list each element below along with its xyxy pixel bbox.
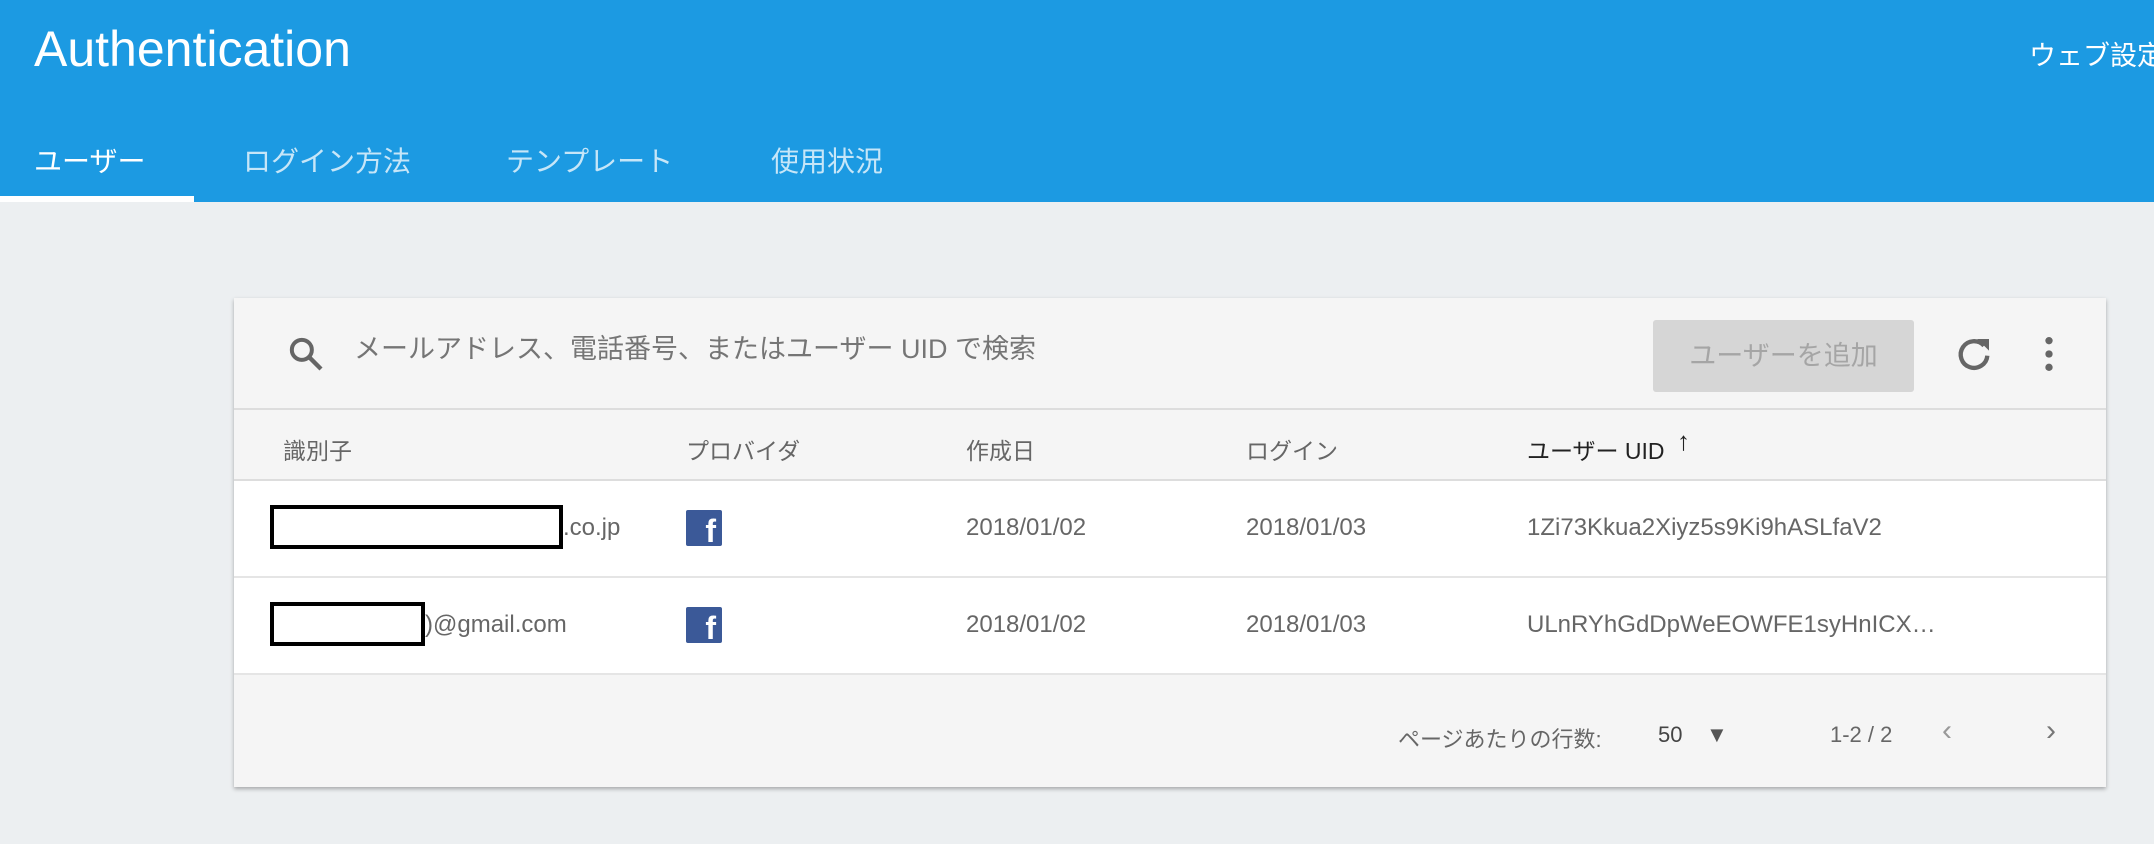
rows-per-page-select[interactable]: 50 (1658, 722, 1682, 748)
facebook-icon: f (686, 510, 722, 546)
page-title: Authentication (34, 21, 351, 77)
created-date: 2018/01/02 (966, 514, 1087, 541)
login-date: 2018/01/03 (1246, 514, 1367, 541)
col-provider[interactable]: プロバイダ (686, 432, 800, 466)
facebook-icon: f (686, 607, 722, 643)
refresh-icon[interactable] (1954, 334, 1994, 374)
web-setup-link[interactable]: ウェブ設定 (2029, 34, 2154, 73)
login-date: 2018/01/03 (1246, 611, 1367, 638)
search-input[interactable] (354, 334, 1354, 365)
redaction-box (270, 505, 563, 549)
tab-sign-in-method[interactable]: ログイン方法 (243, 140, 411, 180)
dropdown-arrow-icon[interactable]: ▼ (1706, 722, 1728, 748)
active-tab-indicator (0, 196, 194, 202)
user-uid: 1Zi73Kkua2Xiyz5s9Ki9hASLfaV2 (1527, 514, 1882, 541)
search-icon (289, 337, 323, 371)
col-created[interactable]: 作成日 (966, 432, 1035, 466)
created-date: 2018/01/02 (966, 611, 1087, 638)
table-row[interactable]: .co.jp f 2018/01/02 2018/01/03 1Zi73Kkua… (234, 481, 2106, 578)
more-vert-icon[interactable] (2034, 334, 2064, 374)
rows-per-page-label: ページあたりの行数: (1398, 727, 1602, 752)
user-uid: ULnRYhGdDpWeEOWFE1syHnICX… (1527, 611, 1936, 638)
table-row[interactable]: )@gmail.com f 2018/01/02 2018/01/03 ULnR… (234, 578, 2106, 675)
col-login[interactable]: ログイン (1246, 432, 1338, 466)
page-range: 1-2 / 2 (1830, 722, 1893, 747)
prev-page-icon[interactable]: ‹ (1942, 714, 1952, 748)
tab-usage[interactable]: 使用状況 (771, 140, 883, 180)
sort-arrow-up-icon[interactable]: ↑ (1677, 426, 1690, 457)
col-uid[interactable]: ユーザー UID (1527, 432, 1665, 466)
tab-users[interactable]: ユーザー (34, 140, 145, 180)
col-identifier[interactable]: 識別子 (283, 432, 352, 466)
users-card: ユーザーを追加 識別子 プロバイダ 作成日 ログイン ユーザー UID ↑ .c… (234, 298, 2106, 787)
redaction-box (270, 602, 425, 646)
add-user-button[interactable]: ユーザーを追加 (1653, 320, 1914, 392)
app-header: Authentication ウェブ設定 ユーザー ログイン方法 テンプレート … (0, 0, 2154, 202)
next-page-icon[interactable]: › (2046, 714, 2056, 748)
identifier: .co.jp (563, 514, 621, 541)
identifier: )@gmail.com (425, 611, 567, 638)
tab-templates[interactable]: テンプレート (506, 140, 673, 180)
toolbar: ユーザーを追加 (234, 298, 2106, 410)
table-header: 識別子 プロバイダ 作成日 ログイン ユーザー UID ↑ (234, 410, 2106, 481)
